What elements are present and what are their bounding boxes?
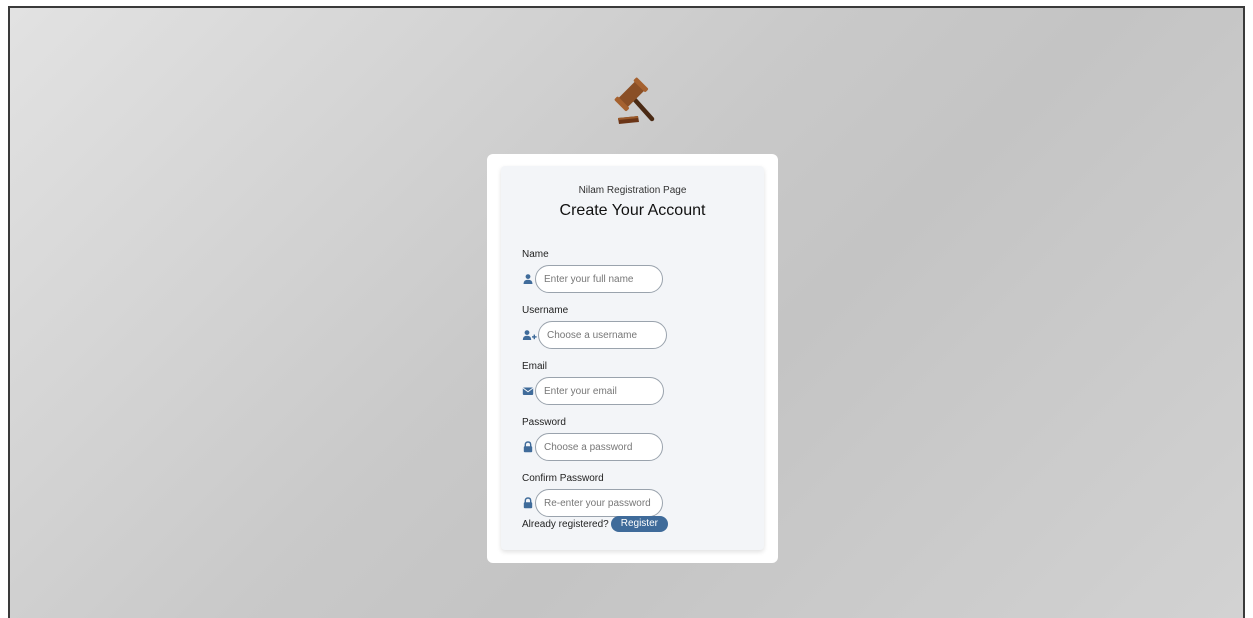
lock-icon bbox=[523, 497, 533, 509]
user-icon bbox=[523, 274, 533, 284]
page-title: Create Your Account bbox=[559, 202, 706, 219]
email-label: Email bbox=[522, 361, 548, 372]
name-label: Name bbox=[522, 249, 549, 260]
lock-icon bbox=[523, 441, 533, 453]
username-input[interactable] bbox=[538, 321, 667, 349]
name-field-group: Name bbox=[522, 248, 663, 293]
password-input[interactable] bbox=[535, 433, 663, 461]
page-subtitle: Nilam Registration Page bbox=[578, 185, 687, 196]
password-field-group: Password bbox=[522, 416, 663, 461]
email-field-group: Email bbox=[522, 360, 664, 405]
confirm-password-input[interactable] bbox=[535, 489, 663, 517]
confirm-password-field-group: Confirm Password bbox=[522, 472, 663, 517]
username-field-group: Username bbox=[522, 304, 667, 349]
registration-card: Nilam Registration Page Create Your Acco… bbox=[487, 154, 778, 563]
username-label: Username bbox=[522, 305, 569, 316]
password-label: Password bbox=[522, 417, 566, 428]
gavel-icon bbox=[614, 77, 655, 124]
name-input[interactable] bbox=[535, 265, 663, 293]
user-plus-icon bbox=[522, 330, 537, 340]
registration-form: Nilam Registration Page Create Your Acco… bbox=[501, 166, 764, 550]
envelope-icon bbox=[522, 387, 534, 395]
confirm-password-label: Confirm Password bbox=[522, 473, 604, 484]
email-input[interactable] bbox=[535, 377, 664, 405]
page-viewport: Nilam Registration Page Create Your Acco… bbox=[8, 6, 1245, 618]
already-registered-text: Already registered? bbox=[522, 518, 609, 530]
register-button[interactable]: Register bbox=[610, 516, 668, 532]
form-footer: Already registered? Register bbox=[522, 516, 668, 532]
